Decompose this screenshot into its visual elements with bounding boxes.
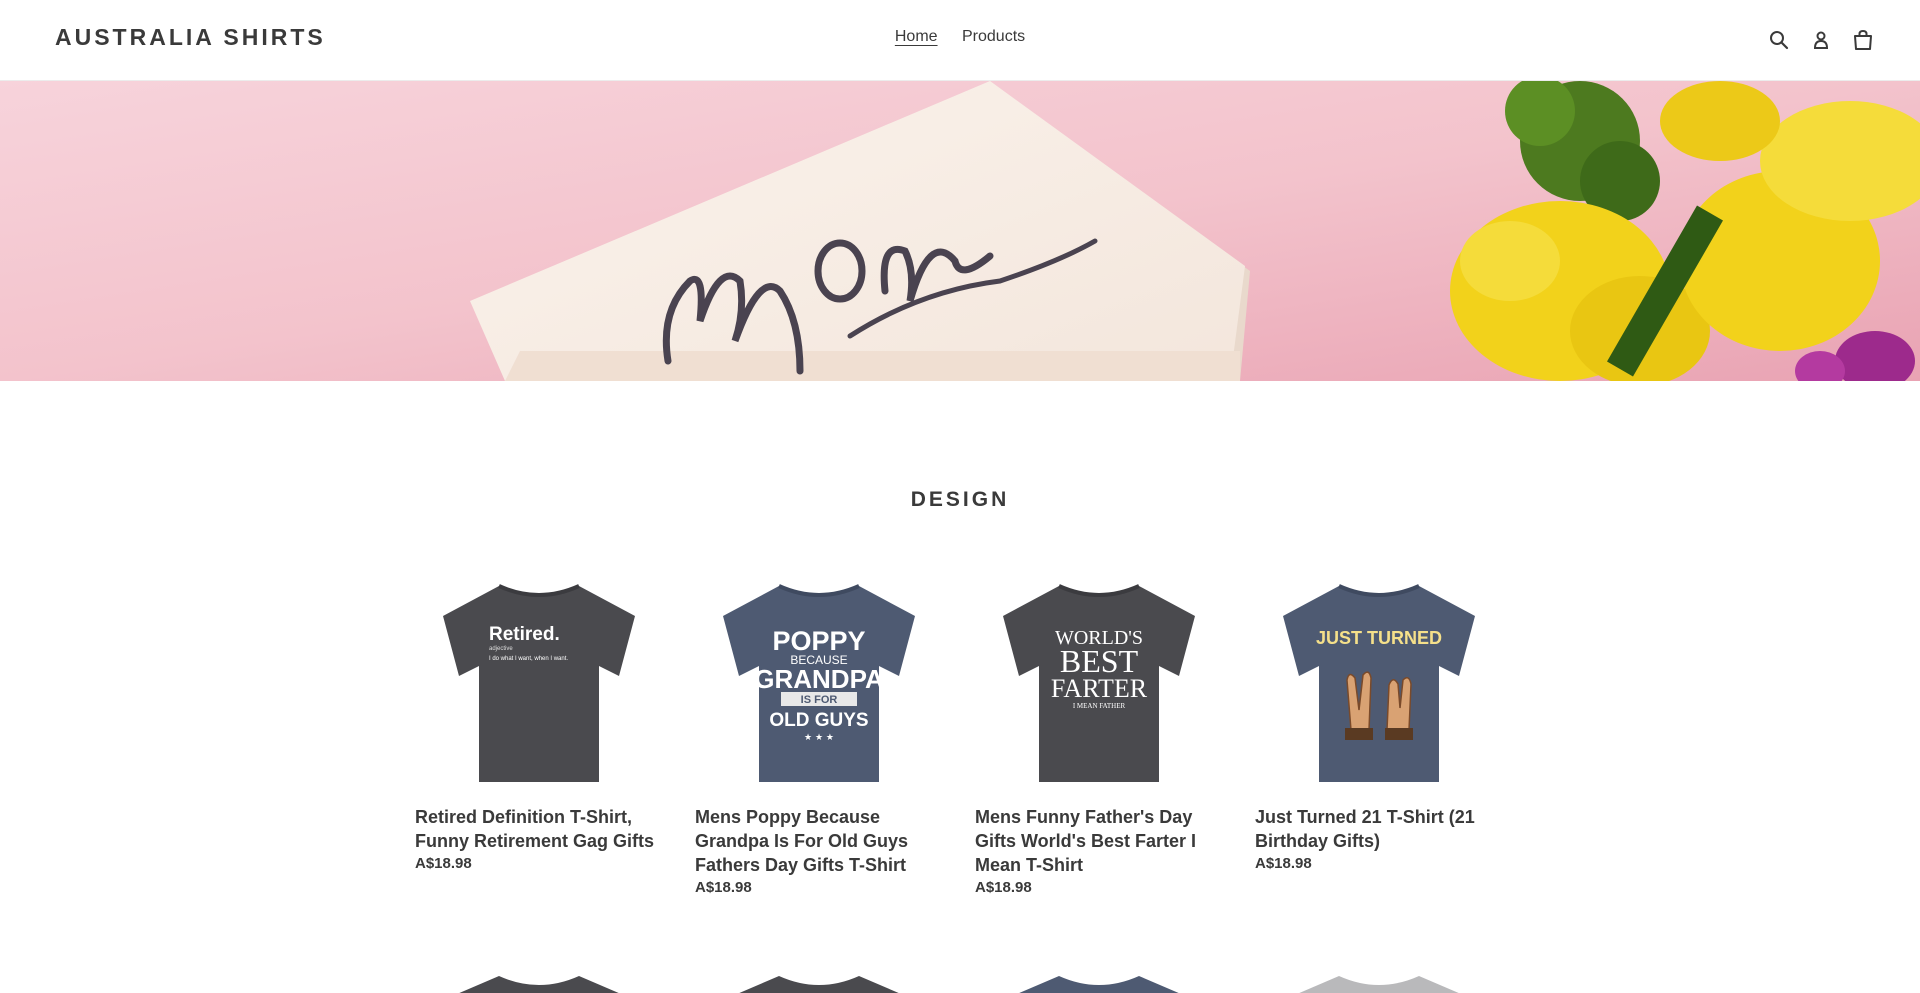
- hero-banner: [0, 81, 1920, 381]
- product-image[interactable]: [1255, 960, 1503, 993]
- cart-icon[interactable]: [1851, 28, 1875, 52]
- nav-products-link[interactable]: Products: [962, 28, 1025, 46]
- section-title: DESIGN: [910, 488, 1010, 511]
- product-card[interactable]: POPPY BECAUSE GRANDPA IS FOR OLD GUYS ★ …: [695, 570, 943, 896]
- account-icon[interactable]: [1809, 28, 1833, 52]
- product-card[interactable]: WORLD'S BEST FARTER I MEAN FATHER Mens F…: [975, 570, 1223, 896]
- product-title[interactable]: Retired Definition T-Shirt, Funny Retire…: [415, 805, 663, 853]
- product-image[interactable]: [695, 960, 943, 993]
- nav-home-link[interactable]: Home: [895, 28, 938, 46]
- shirt-print-text: GRANDPA: [754, 664, 884, 694]
- product-title[interactable]: Just Turned 21 T-Shirt (21 Birthday Gift…: [1255, 805, 1503, 853]
- shirt-print-text: POPPY: [772, 626, 865, 656]
- product-image[interactable]: [415, 960, 663, 993]
- hero-image: [0, 81, 1920, 381]
- product-price: A$18.98: [415, 855, 472, 872]
- main-nav: Home Products: [0, 28, 1920, 46]
- site-header: AUSTRALIA SHIRTS Home Products: [0, 0, 1920, 81]
- product-card[interactable]: Retired. adjective I do what I want, whe…: [415, 570, 663, 896]
- product-grid: Retired. adjective I do what I want, whe…: [415, 570, 1505, 896]
- shirt-print-text: adjective: [489, 646, 513, 652]
- shirt-print-text: FARTER: [1051, 674, 1148, 703]
- product-image[interactable]: POPPY BECAUSE GRANDPA IS FOR OLD GUYS ★ …: [695, 570, 943, 795]
- product-image[interactable]: WORLD'S BEST FARTER I MEAN FATHER: [975, 570, 1223, 795]
- product-image[interactable]: JUST TURNED: [1255, 570, 1503, 795]
- shirt-print-text: OLD GUYS: [769, 710, 868, 731]
- product-title[interactable]: Mens Funny Father's Day Gifts World's Be…: [975, 805, 1223, 877]
- shirt-print-text: JUST TURNED: [1316, 628, 1442, 648]
- product-image[interactable]: [975, 960, 1223, 993]
- search-icon[interactable]: [1767, 28, 1791, 52]
- shirt-print-text: I MEAN FATHER: [1073, 702, 1126, 710]
- product-price: A$18.98: [695, 879, 752, 896]
- product-grid-next-row: [415, 960, 1505, 993]
- product-title[interactable]: Mens Poppy Because Grandpa Is For Old Gu…: [695, 805, 943, 877]
- shirt-print-text: Retired.: [489, 624, 560, 645]
- header-icons: [1767, 28, 1875, 52]
- product-image[interactable]: Retired. adjective I do what I want, whe…: [415, 570, 663, 795]
- product-price: A$18.98: [1255, 855, 1312, 872]
- shirt-print-text: IS FOR: [801, 694, 838, 706]
- product-card[interactable]: JUST TURNED Just Turned 21 T-Shirt (21 B…: [1255, 570, 1503, 896]
- svg-text:★ ★ ★: ★ ★ ★: [804, 733, 834, 743]
- product-price: A$18.98: [975, 879, 1032, 896]
- shirt-print-text: I do what I want, when I want.: [489, 656, 568, 662]
